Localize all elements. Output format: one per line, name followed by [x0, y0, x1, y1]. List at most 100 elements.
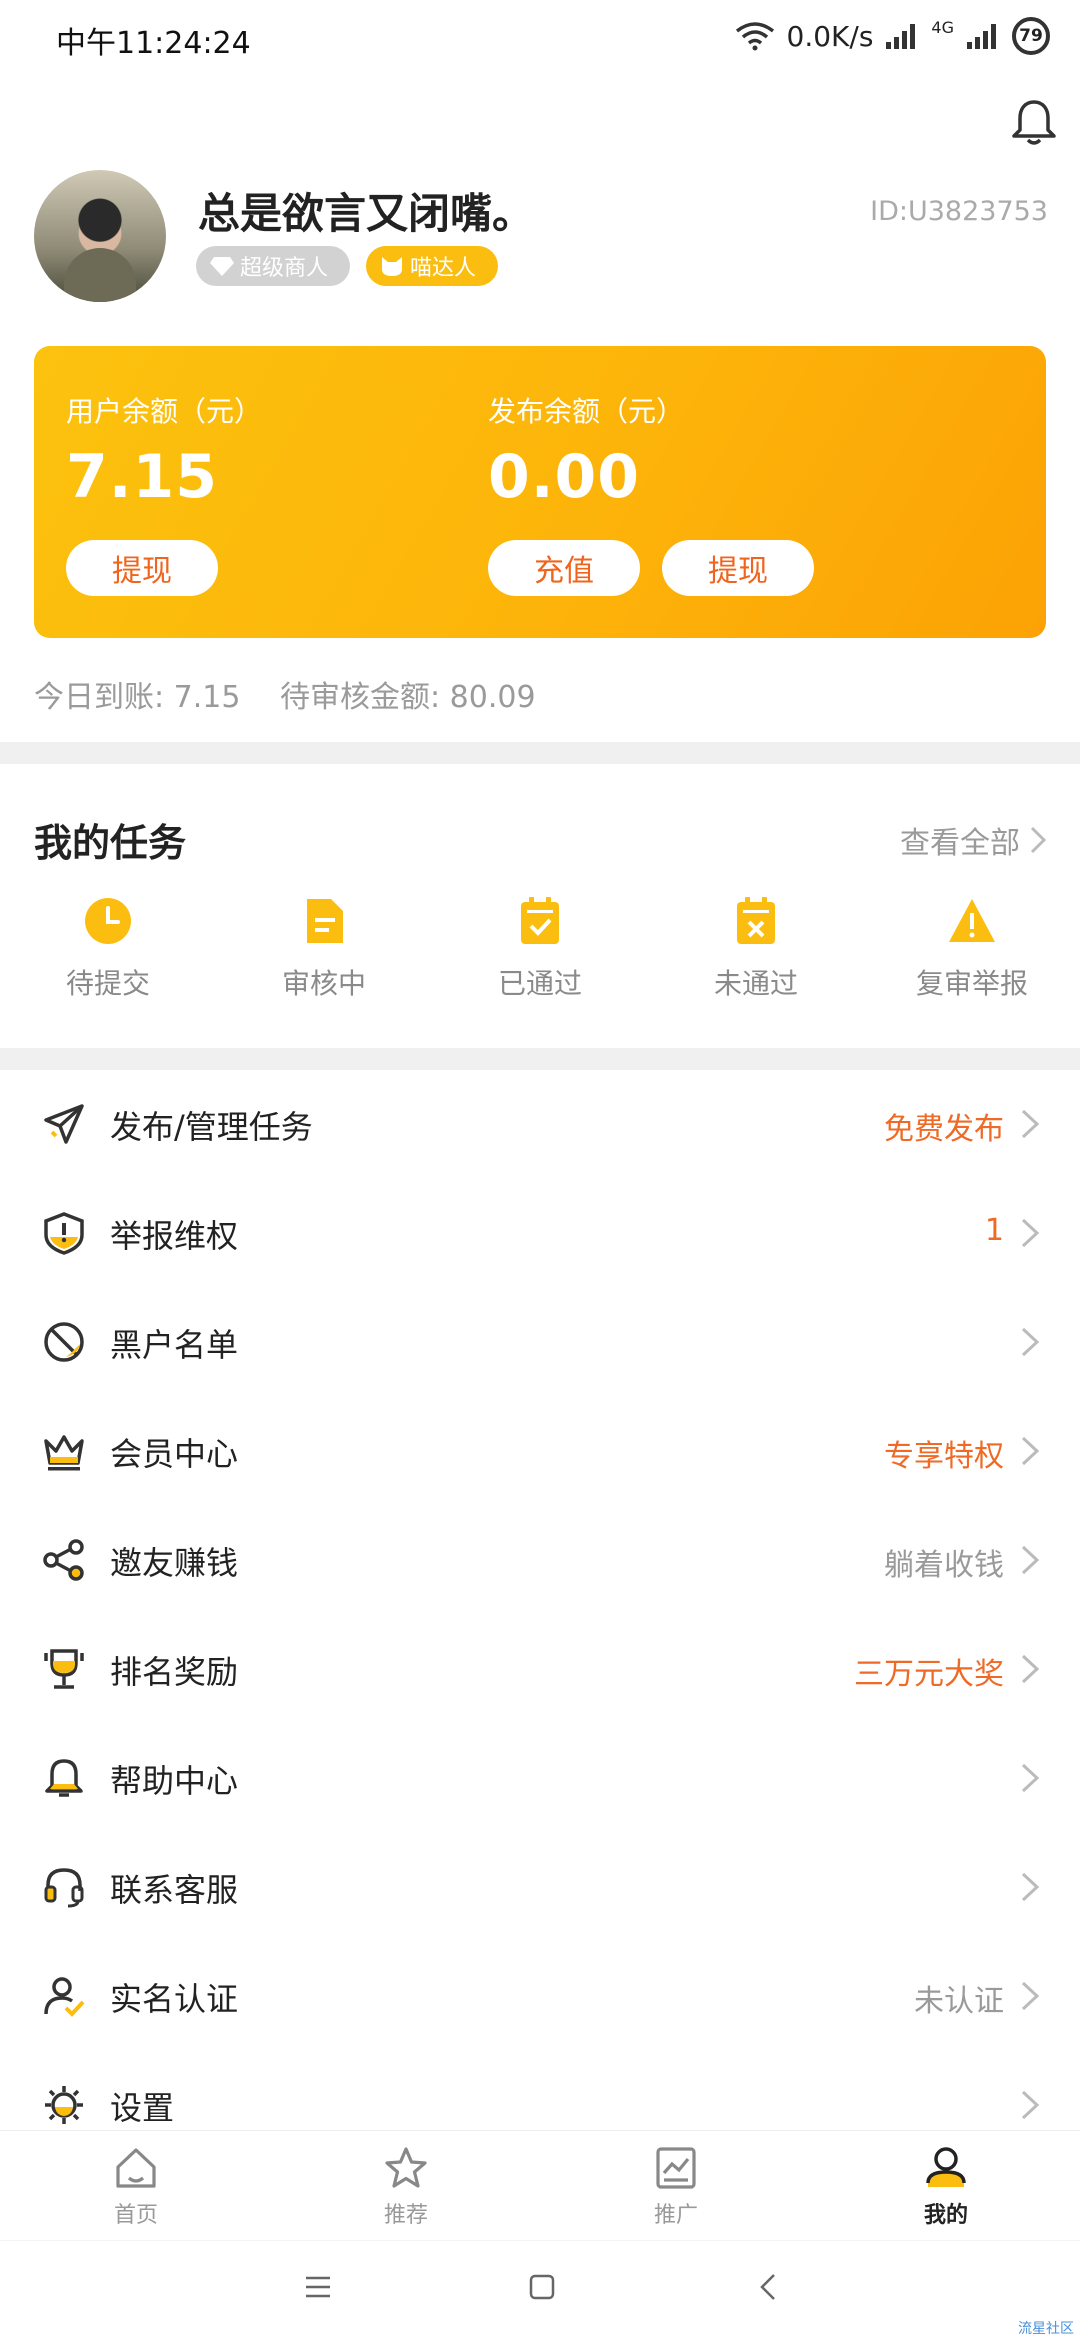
chevron-right-icon [1021, 1981, 1040, 2011]
home-square-icon[interactable] [528, 2273, 556, 2301]
tab-promote[interactable]: 推广 [606, 2145, 746, 2229]
back-icon[interactable] [758, 2273, 778, 2301]
menu-label: 发布/管理任务 [110, 1108, 313, 1146]
user-balance-label: 用户余额（元） [66, 395, 263, 428]
menu-help-center[interactable]: 帮助中心 [0, 1724, 1080, 1833]
menu-real-name-verification[interactable]: 实名认证 未认证 [0, 1942, 1080, 2051]
section-divider [0, 742, 1080, 764]
menu-invite-friends[interactable]: 邀友赚钱 躺着收钱 [0, 1506, 1080, 1615]
today-received: 今日到账: 7.15 [34, 680, 241, 715]
status-time: 中午11:24:24 [56, 26, 251, 61]
pending-amount: 待审核金额: 80.09 [280, 680, 536, 715]
task-pending-submit[interactable]: 待提交 [18, 896, 198, 1002]
menu-label: 设置 [110, 2089, 175, 2127]
task-passed[interactable]: 已通过 [450, 896, 630, 1002]
withdraw-button[interactable]: 提现 [66, 540, 218, 596]
balance-card: 用户余额（元） 7.15 提现 发布余额（元） 0.00 充值 提现 [34, 346, 1046, 638]
menu-value: 1 [984, 1213, 1004, 1248]
menu-label: 黑户名单 [110, 1326, 239, 1364]
chevron-right-icon [1021, 1654, 1040, 1684]
menu-label: 举报维权 [110, 1217, 239, 1255]
menu-report-rights[interactable]: 举报维权 1 [0, 1179, 1080, 1288]
chart-icon [656, 2147, 696, 2189]
user-verify-icon [44, 1977, 85, 2017]
task-label: 已通过 [497, 967, 582, 1000]
menu-value: 未认证 [914, 1984, 1004, 2019]
menu-member-center[interactable]: 会员中心 专享特权 [0, 1397, 1080, 1506]
chevron-right-icon [1021, 2090, 1040, 2120]
avatar[interactable] [34, 170, 166, 302]
share-icon [43, 1539, 84, 1581]
tab-recommend[interactable]: 推荐 [336, 2145, 476, 2229]
tab-mine[interactable]: 我的 [876, 2145, 1016, 2229]
menu-publish-manage-tasks[interactable]: 发布/管理任务 免费发布 [0, 1070, 1080, 1179]
home-icon [116, 2148, 156, 2188]
gear-icon [45, 2086, 83, 2124]
menu-value: 三万元大奖 [854, 1657, 1004, 1692]
paper-plane-icon [44, 1104, 84, 1144]
tab-home[interactable]: 首页 [66, 2145, 206, 2229]
task-label: 待提交 [65, 967, 150, 1000]
menu-label: 会员中心 [110, 1435, 239, 1473]
menu-label: 排名奖励 [110, 1653, 239, 1691]
publish-balance-amount: 0.00 [488, 442, 641, 512]
task-under-review[interactable]: 审核中 [234, 896, 414, 1002]
check-clipboard-icon [521, 897, 559, 944]
chevron-right-icon [1021, 1545, 1040, 1575]
system-nav-bar: 流星社区 [0, 2240, 1080, 2340]
signal-icon-2 [967, 24, 996, 49]
chevron-right-icon [1030, 826, 1046, 854]
chevron-right-icon [1021, 1327, 1040, 1357]
watermark: 流星社区 [1018, 2321, 1074, 2337]
network-speed: 0.0K/s [786, 19, 874, 53]
badge-label: 喵达人 [410, 256, 477, 281]
wifi-icon [735, 22, 774, 51]
notification-bell-icon[interactable] [1008, 96, 1060, 148]
menu-value: 专享特权 [884, 1439, 1004, 1474]
profile-icon [926, 2147, 966, 2187]
tab-label: 推广 [653, 2203, 698, 2228]
menu-value: 免费发布 [884, 1112, 1004, 1147]
tab-label: 首页 [113, 2203, 158, 2228]
battery-level: 79 [1019, 26, 1043, 46]
view-all-link[interactable]: 查看全部 [900, 818, 1046, 862]
chevron-right-icon [1021, 1436, 1040, 1466]
warning-icon [949, 899, 995, 942]
tab-label: 推荐 [383, 2203, 428, 2228]
document-icon [307, 899, 343, 943]
user-nickname: 总是欲言又闭嘴。 [198, 189, 535, 238]
menu-label: 邀友赚钱 [110, 1544, 239, 1582]
recharge-button[interactable]: 充值 [488, 540, 640, 596]
user-balance-amount: 7.15 [66, 442, 219, 512]
task-label: 审核中 [281, 967, 366, 1000]
chevron-right-icon [1021, 1872, 1040, 1902]
menu-blacklist[interactable]: 黑户名单 [0, 1288, 1080, 1397]
x-clipboard-icon [737, 897, 775, 944]
shield-alert-icon [44, 1212, 84, 1255]
trophy-icon [44, 1649, 84, 1689]
diamond-icon [210, 257, 234, 276]
menu-label: 实名认证 [110, 1980, 239, 2018]
task-re-review-report[interactable]: 复审举报 [882, 896, 1062, 1002]
menu-ranking-rewards[interactable]: 排名奖励 三万元大奖 [0, 1615, 1080, 1724]
section-divider [0, 1048, 1080, 1070]
menu-icon[interactable] [304, 2275, 332, 2299]
bottom-nav: 首页 推荐 推广 我的 [0, 2130, 1080, 2240]
task-rejected[interactable]: 未通过 [666, 896, 846, 1002]
blocked-icon [44, 1322, 84, 1362]
cat-icon [382, 257, 402, 276]
my-tasks-title: 我的任务 [34, 821, 187, 865]
account-summary: 今日到账: 7.15 待审核金额: 80.09 [34, 672, 536, 716]
battery-icon: 79 [1012, 17, 1050, 55]
help-bell-icon [45, 1759, 83, 1797]
headset-icon [44, 1868, 84, 1908]
chevron-right-icon [1021, 1763, 1040, 1793]
publish-withdraw-button[interactable]: 提现 [662, 540, 814, 596]
publish-balance-label: 发布余额（元） [488, 395, 685, 428]
clock-icon [85, 898, 131, 944]
menu-label: 帮助中心 [110, 1762, 239, 1800]
menu-contact-support[interactable]: 联系客服 [0, 1833, 1080, 1942]
status-indicators: 0.0K/s 4G 79 [735, 16, 1050, 56]
user-id: ID:U3823753 [870, 196, 1048, 227]
menu-label: 联系客服 [110, 1871, 239, 1909]
